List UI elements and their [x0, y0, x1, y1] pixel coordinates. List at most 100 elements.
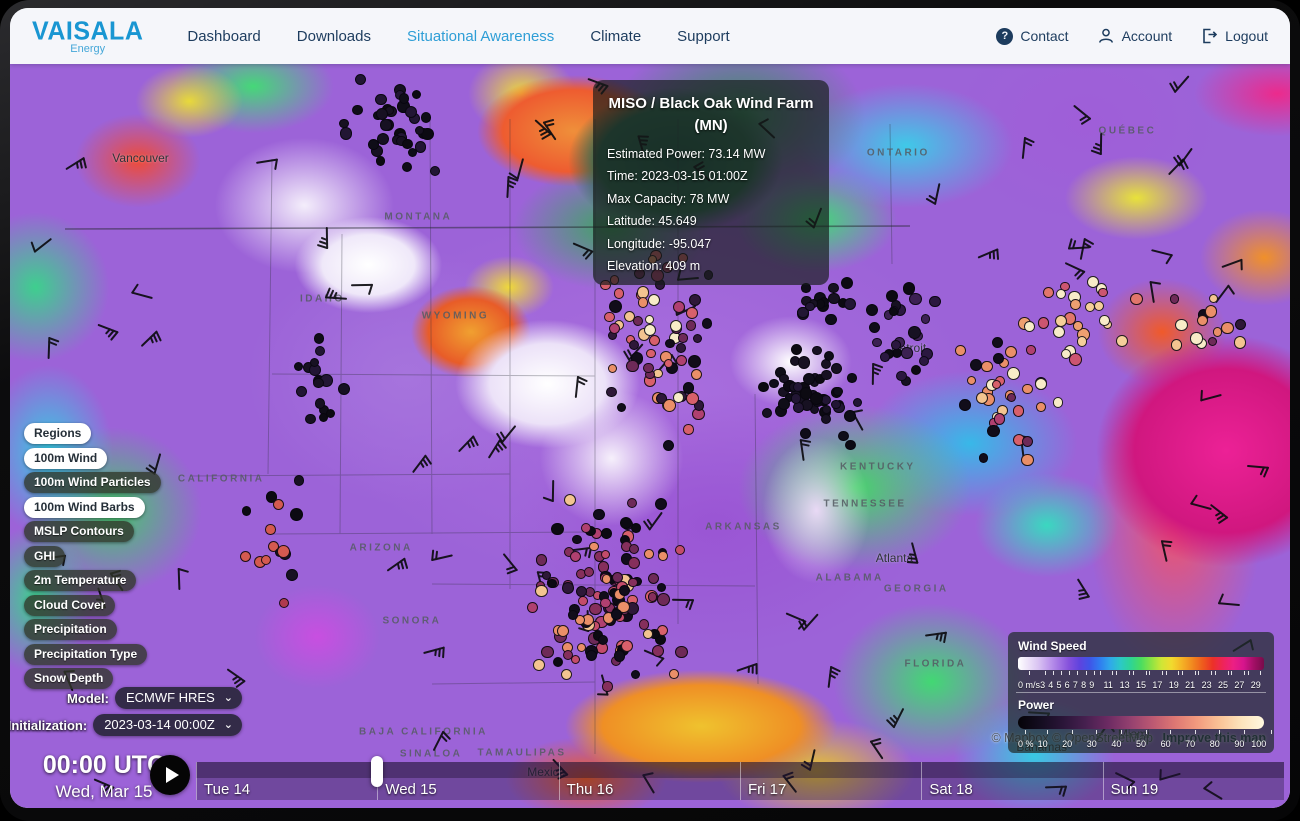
wind-farm-dot[interactable]: [929, 296, 940, 307]
wind-farm-dot[interactable]: [702, 318, 713, 329]
wind-farm-dot[interactable]: [628, 578, 637, 587]
wind-farm-dot[interactable]: [598, 635, 608, 645]
wind-farm-dot[interactable]: [981, 361, 992, 372]
wind-farm-dot[interactable]: [535, 585, 547, 597]
wind-farm-dot[interactable]: [853, 398, 862, 407]
wind-farm-dot[interactable]: [987, 425, 1000, 438]
wind-farm-dot[interactable]: [408, 148, 417, 157]
wind-farm-dot[interactable]: [676, 343, 686, 353]
wind-farm-dot[interactable]: [1024, 321, 1035, 332]
wind-farm-dot[interactable]: [758, 382, 768, 392]
account-button[interactable]: Account: [1097, 27, 1173, 45]
wind-farm-dot[interactable]: [1022, 384, 1032, 394]
wind-farm-dot[interactable]: [586, 650, 597, 661]
wind-farm-dot[interactable]: [833, 387, 842, 396]
wind-farm-dot[interactable]: [959, 399, 971, 411]
wind-farm-dot[interactable]: [608, 364, 617, 373]
wind-farm-dot[interactable]: [1021, 454, 1033, 466]
wind-farm-dot[interactable]: [643, 629, 653, 639]
wind-farm-dot[interactable]: [1005, 346, 1017, 358]
wind-farm-dot[interactable]: [803, 373, 815, 385]
layer-toggle-ghi[interactable]: GHI: [24, 546, 65, 567]
wind-farm-dot[interactable]: [600, 598, 611, 609]
wind-farm-dot[interactable]: [593, 509, 605, 521]
wind-farm-dot[interactable]: [657, 593, 670, 606]
wind-farm-dot[interactable]: [896, 371, 906, 381]
wind-farm-dot[interactable]: [1171, 339, 1183, 351]
wind-farm-dot[interactable]: [769, 379, 779, 389]
wind-farm-dot[interactable]: [553, 657, 563, 667]
wind-farm-dot[interactable]: [609, 300, 622, 313]
wind-farm-dot[interactable]: [1053, 397, 1064, 408]
wind-farm-dot[interactable]: [791, 344, 802, 355]
timeline-day-tue-14[interactable]: Tue 14: [196, 762, 377, 800]
wind-farm-dot[interactable]: [1130, 293, 1142, 305]
layer-toggle-100m-wind[interactable]: 100m Wind: [24, 448, 107, 469]
wind-farm-dot[interactable]: [669, 669, 679, 679]
wind-farm-dot[interactable]: [628, 557, 640, 569]
layer-toggle-precipitation-type[interactable]: Precipitation Type: [24, 644, 147, 665]
wind-farm-dot[interactable]: [921, 314, 930, 323]
wind-farm-dot[interactable]: [589, 542, 598, 551]
map-canvas[interactable]: VancouverMONTANAIDAHOWYOMINGCALIFORNIAAR…: [10, 64, 1290, 808]
wind-farm-dot[interactable]: [880, 352, 889, 361]
wind-farm-dot[interactable]: [1234, 336, 1247, 349]
wind-farm-dot[interactable]: [1056, 289, 1066, 299]
wind-farm-dot[interactable]: [1098, 288, 1107, 297]
wind-farm-dot[interactable]: [1069, 353, 1082, 366]
wind-farm-dot[interactable]: [619, 585, 630, 596]
layer-toggle-regions[interactable]: Regions: [24, 423, 91, 444]
wind-farm-dot[interactable]: [831, 400, 841, 410]
layer-toggle-2m-temperature[interactable]: 2m Temperature: [24, 570, 136, 591]
wind-farm-dot[interactable]: [1007, 367, 1020, 380]
wind-farm-dot[interactable]: [1099, 315, 1109, 325]
wind-farm-dot[interactable]: [273, 499, 284, 510]
wind-farm-dot[interactable]: [1190, 332, 1202, 344]
nav-link-situational-awareness[interactable]: Situational Awareness: [407, 28, 554, 45]
wind-farm-dot[interactable]: [1026, 345, 1035, 354]
layer-toggle-precipitation[interactable]: Precipitation: [24, 619, 117, 640]
wind-farm-dot[interactable]: [657, 583, 666, 592]
wind-farm-dot[interactable]: [778, 398, 790, 410]
wind-farm-dot[interactable]: [644, 549, 654, 559]
wind-farm-dot[interactable]: [1073, 321, 1082, 330]
wind-farm-dot[interactable]: [901, 347, 912, 358]
nav-link-support[interactable]: Support: [677, 28, 730, 45]
wind-farm-dot[interactable]: [1035, 378, 1047, 390]
wind-farm-dot[interactable]: [602, 681, 612, 691]
vaisala-logo[interactable]: VAISALA Energy: [32, 20, 143, 55]
wind-farm-dot[interactable]: [368, 139, 379, 150]
wind-farm-dot[interactable]: [663, 440, 674, 451]
wind-farm-dot[interactable]: [967, 376, 976, 385]
wind-farm-dot[interactable]: [825, 314, 836, 325]
wind-farm-dot[interactable]: [1235, 319, 1246, 330]
wind-farm-dot[interactable]: [909, 293, 921, 305]
wind-farm-dot[interactable]: [665, 339, 674, 348]
wind-farm-dot[interactable]: [279, 598, 289, 608]
timeline-day-fri-17[interactable]: Fri 17: [740, 762, 921, 800]
wind-farm-dot[interactable]: [652, 645, 664, 657]
wind-farm-dot[interactable]: [570, 551, 581, 562]
wind-farm-dot[interactable]: [315, 398, 325, 408]
wind-farm-dot[interactable]: [979, 453, 988, 462]
wind-farm-dot[interactable]: [294, 362, 303, 371]
nav-link-dashboard[interactable]: Dashboard: [187, 28, 260, 45]
wind-farm-dot[interactable]: [541, 646, 554, 659]
wind-farm-dot[interactable]: [810, 392, 823, 405]
timeline-day-sat-18[interactable]: Sat 18: [921, 762, 1102, 800]
play-button[interactable]: [150, 755, 190, 795]
wind-farm-dot[interactable]: [646, 349, 655, 358]
wind-farm-dot[interactable]: [620, 517, 632, 529]
wind-farm-dot[interactable]: [676, 355, 687, 366]
wind-farm-dot[interactable]: [891, 340, 901, 350]
wind-farm-dot[interactable]: [609, 323, 620, 334]
wind-farm-dot[interactable]: [643, 363, 653, 373]
wind-farm-dot[interactable]: [798, 356, 811, 369]
wind-farm-dot[interactable]: [841, 277, 853, 289]
wind-farm-dot[interactable]: [1043, 287, 1054, 298]
wind-farm-dot[interactable]: [645, 315, 654, 324]
wind-farm-dot[interactable]: [1170, 294, 1179, 303]
wind-farm-dot[interactable]: [993, 353, 1004, 364]
wind-farm-dot[interactable]: [547, 579, 557, 589]
wind-farm-dot[interactable]: [653, 369, 662, 378]
